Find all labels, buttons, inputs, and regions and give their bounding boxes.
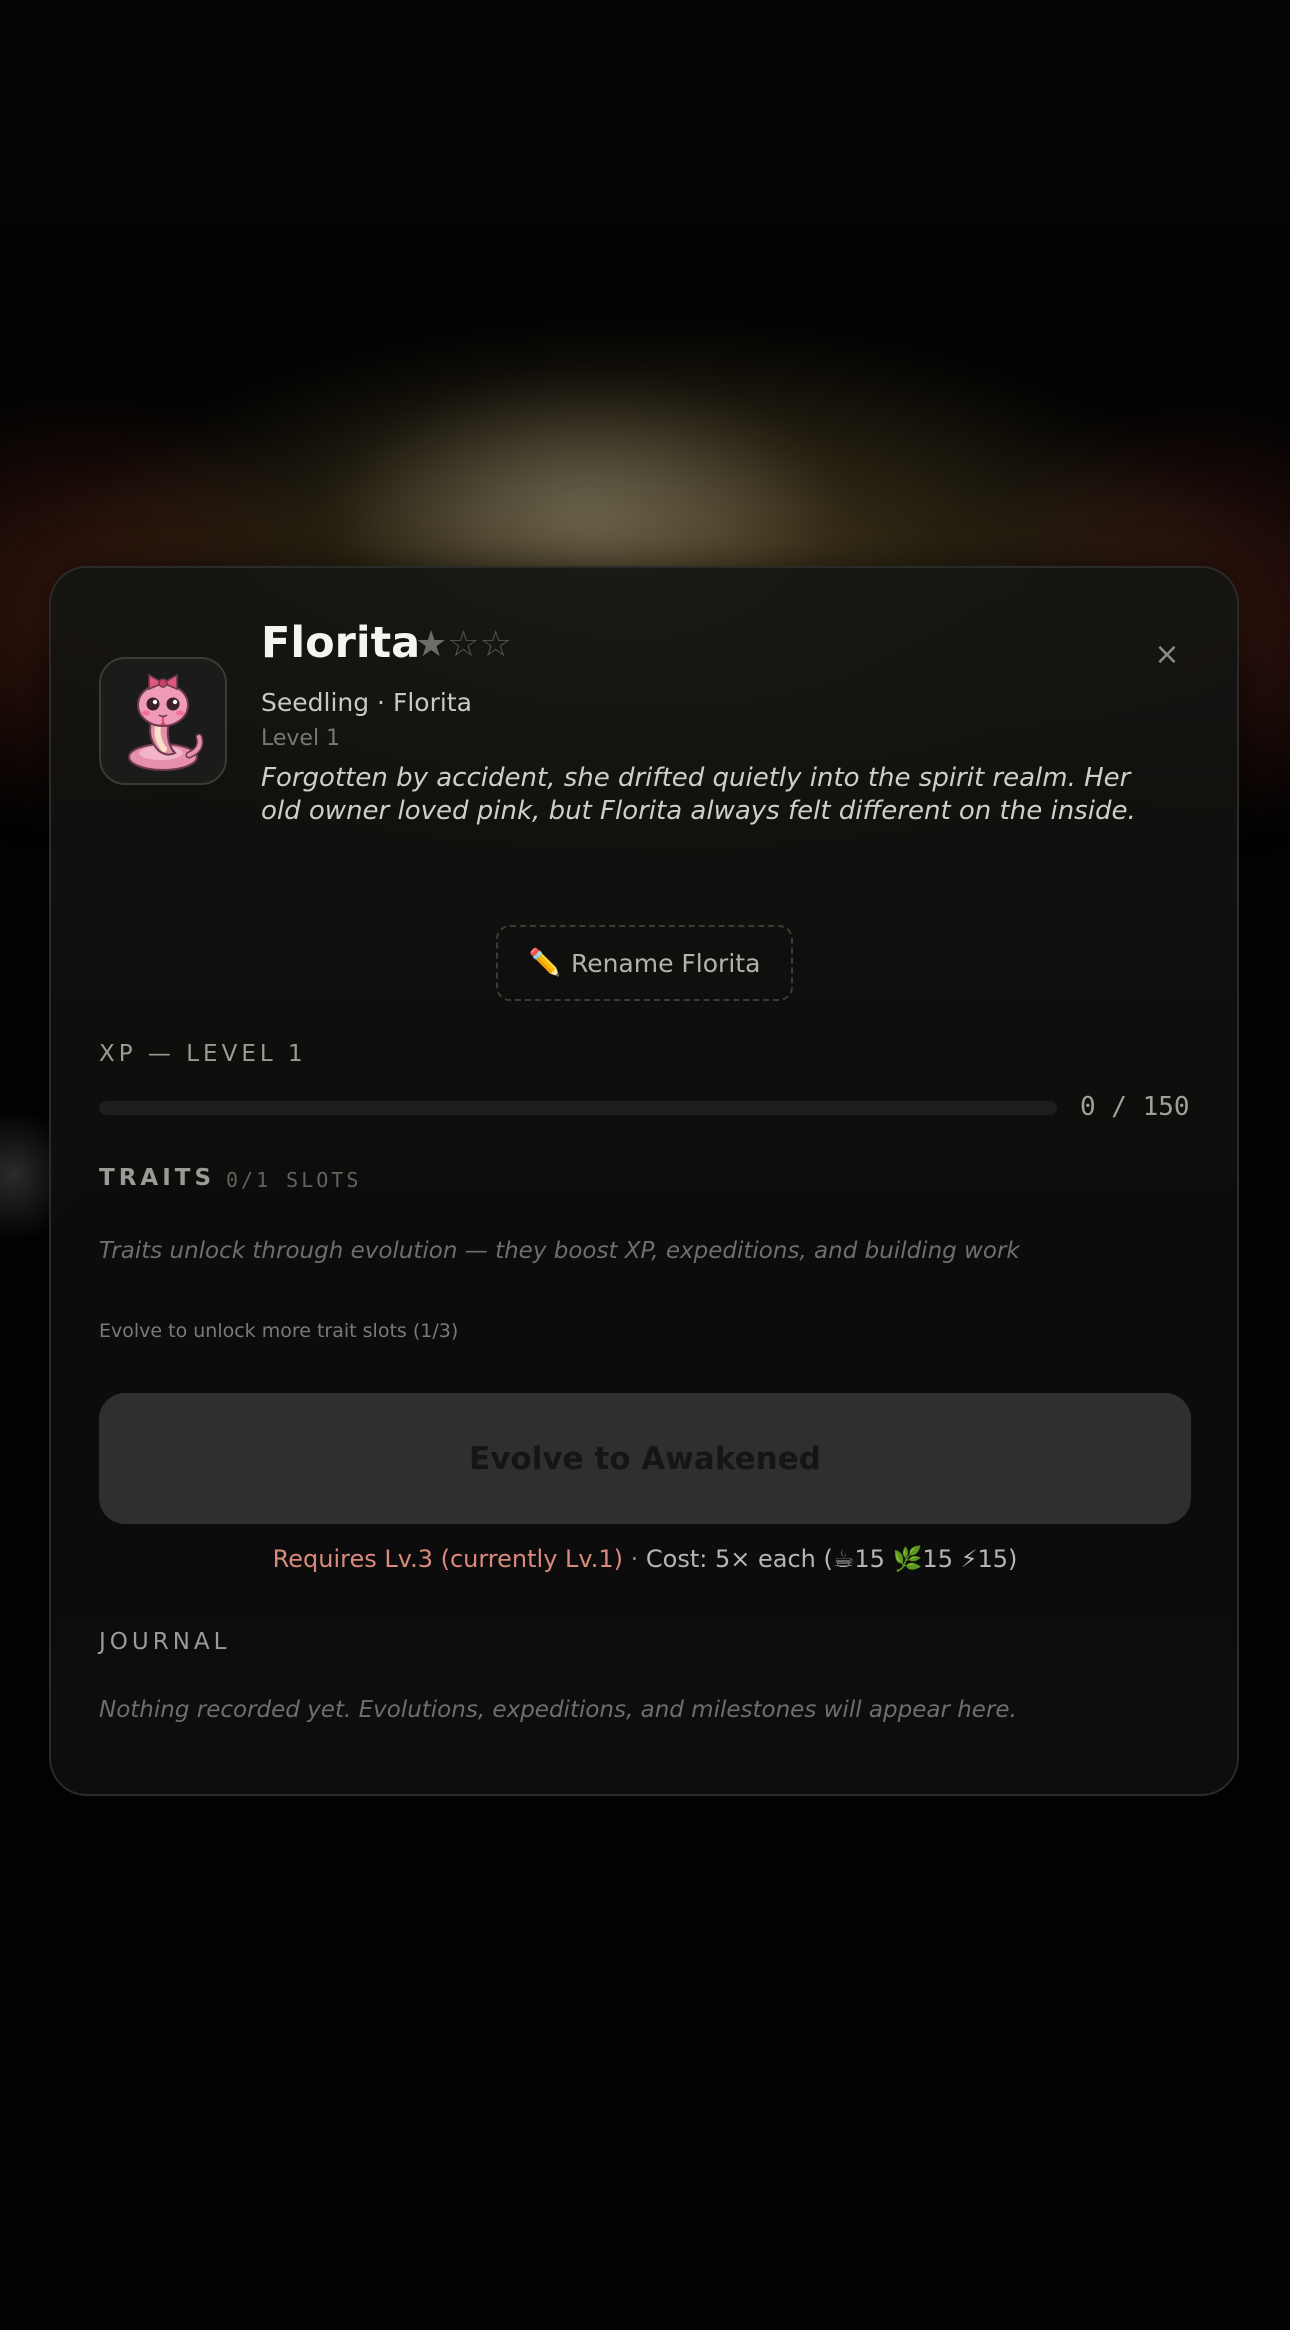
rename-label: Rename Florita (570, 948, 761, 978)
evolve-cost: Cost: 5× each (☕15 🌿15 ⚡15) (645, 1545, 1018, 1573)
pencil-icon: ✏️ (528, 948, 561, 978)
level-requirement: Requires Lv.3 (currently Lv.1) (272, 1545, 624, 1573)
traits-section-title: TRAITS (99, 1165, 216, 1191)
trait-unlock-hint: Evolve to unlock more trait slots (1/3) (99, 1320, 459, 1342)
pink-snake-with-bow-icon (128, 673, 204, 771)
evolve-button[interactable]: Evolve to Awakened (99, 1393, 1191, 1524)
pet-level: Level 1 (261, 726, 341, 751)
trait-slots-count: 0/1 SLOTS (226, 1168, 362, 1192)
pet-avatar (99, 657, 227, 785)
pet-detail-screen: Florita ★☆☆ × Seedling · Florita Level 1… (0, 0, 1290, 2330)
star-filled-icon: ★ (415, 624, 448, 665)
traits-empty-note: Traits unlock through evolution — they b… (99, 1238, 1020, 1264)
pet-bio: Forgotten by accident, she drifted quiet… (261, 763, 1136, 826)
rename-button[interactable]: ✏️ Rename Florita (496, 925, 793, 1001)
journal-empty-note: Nothing recorded yet. Evolutions, expedi… (99, 1697, 1017, 1723)
star-empty-icon: ☆☆ (447, 624, 512, 665)
journal-section-title: JOURNAL (99, 1629, 231, 1655)
xp-section-title: XP — LEVEL 1 (99, 1041, 307, 1067)
close-button[interactable]: × (1150, 638, 1184, 672)
xp-progress-bar (99, 1101, 1057, 1115)
evolve-requirements: Requires Lv.3 (currently Lv.1) · Cost: 5… (0, 1545, 1290, 1573)
star-rating: ★☆☆ (415, 624, 512, 665)
xp-value: 0 / 150 (1080, 1092, 1190, 1122)
pet-species-line: Seedling · Florita (261, 688, 472, 717)
requirement-separator: · (623, 1545, 646, 1573)
pet-name: Florita (261, 618, 421, 668)
background-top-shade (0, 0, 1290, 240)
